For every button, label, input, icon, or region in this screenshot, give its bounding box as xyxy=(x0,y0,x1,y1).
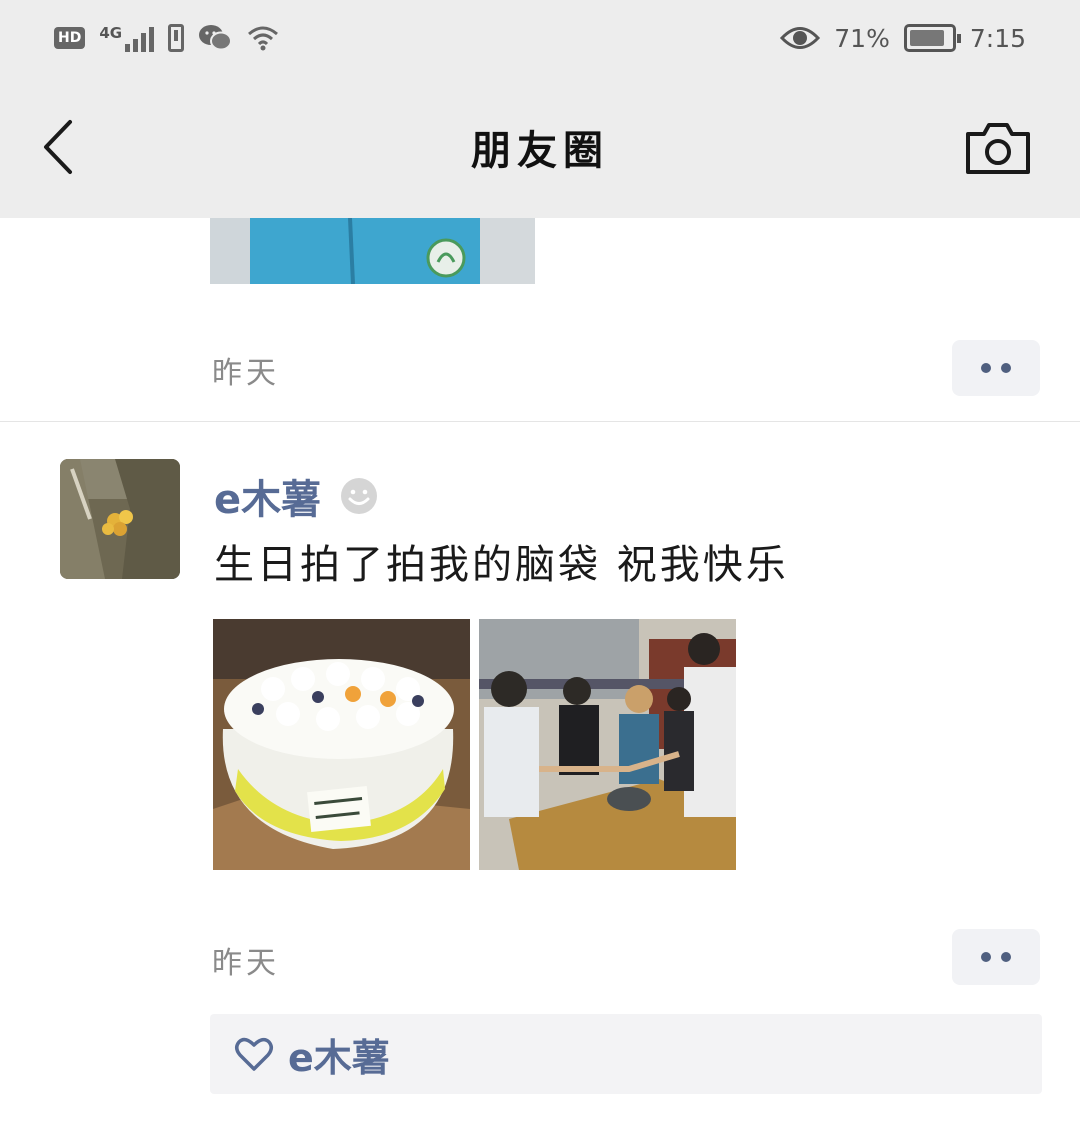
heart-icon xyxy=(235,1037,273,1071)
battery-icon xyxy=(903,24,961,52)
likes-panel: e木薯 xyxy=(210,1014,1042,1094)
status-bar: HD 4G 71% 7:15 xyxy=(0,0,1080,80)
author-row: e木薯 xyxy=(214,468,379,524)
signal-icon: 4G xyxy=(99,24,155,52)
avatar[interactable] xyxy=(60,459,180,579)
post-divider xyxy=(0,421,1080,422)
liker-name[interactable]: e木薯 xyxy=(288,1027,390,1082)
previous-post-time: 昨天 xyxy=(212,356,280,391)
camera-icon[interactable] xyxy=(964,120,1032,176)
previous-post-more-button[interactable] xyxy=(952,340,1040,396)
top-bar: HD 4G 71% 7:15 朋友圈 xyxy=(0,0,1080,218)
more-dot-icon xyxy=(1001,952,1011,962)
previous-post-photo[interactable] xyxy=(210,218,535,284)
smiley-status-icon[interactable] xyxy=(339,476,379,516)
page-title: 朋友圈 xyxy=(471,128,609,174)
battery-percent: 71% xyxy=(834,23,890,53)
status-right: 71% 7:15 xyxy=(780,18,1026,58)
author-name[interactable]: e木薯 xyxy=(214,467,321,525)
more-dot-icon xyxy=(981,363,991,373)
more-dot-icon xyxy=(1001,363,1011,373)
wifi-icon xyxy=(248,26,279,51)
wechat-icon xyxy=(199,25,233,51)
clock: 7:15 xyxy=(969,23,1026,53)
eye-icon xyxy=(780,27,821,49)
status-left: HD 4G xyxy=(54,18,280,58)
post-time: 昨天 xyxy=(212,946,280,981)
hd-badge: HD xyxy=(54,27,86,49)
nav-bar: 朋友圈 xyxy=(0,90,1080,210)
post-more-button[interactable] xyxy=(952,929,1040,985)
birthday-cake-photo[interactable] xyxy=(213,619,470,870)
friends-toasting-photo[interactable] xyxy=(479,619,736,870)
post-text: 生日拍了拍我的脑袋 祝我快乐 xyxy=(214,542,789,588)
more-dot-icon xyxy=(981,952,991,962)
alert-icon xyxy=(168,24,185,52)
network-type: 4G xyxy=(99,24,123,42)
